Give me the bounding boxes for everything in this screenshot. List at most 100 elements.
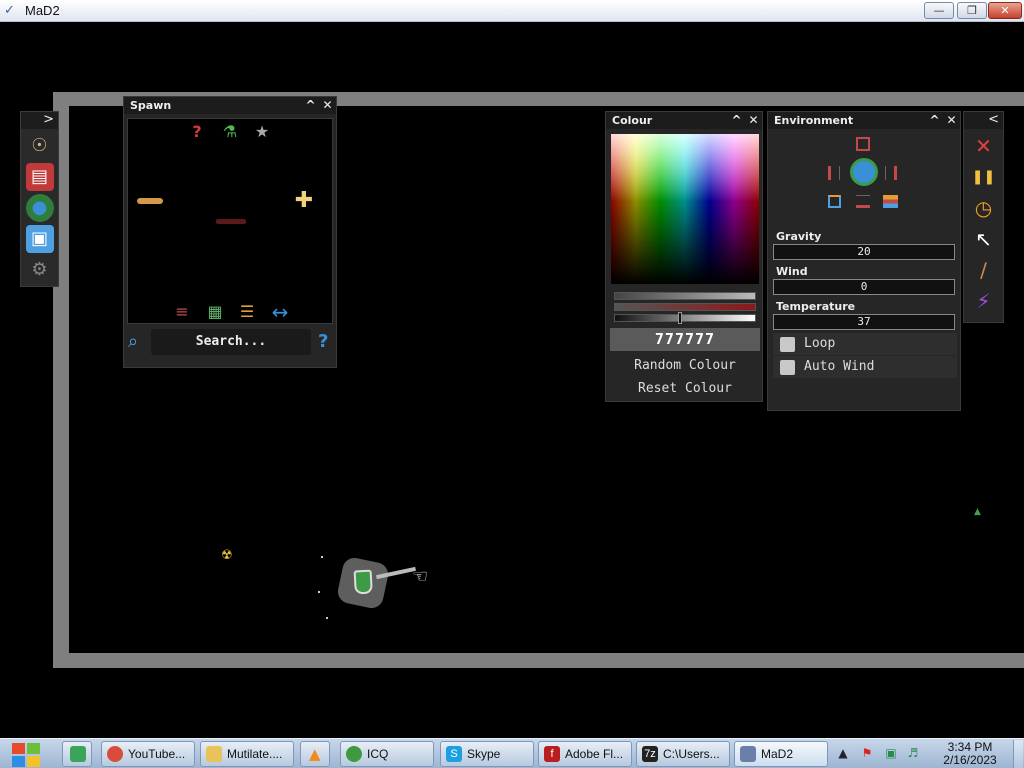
spawn-panel-header[interactable]: Spawn ^ ✕: [124, 97, 336, 114]
green-marker-icon: ▲: [974, 507, 981, 517]
taskbar-item-mad2[interactable]: MaD2: [734, 741, 828, 767]
auto-wind-checkbox[interactable]: [780, 360, 795, 375]
search-icon[interactable]: ⌕: [128, 331, 138, 353]
pause-icon[interactable]: ❚❚: [969, 163, 999, 191]
windows-logo-part: [27, 743, 40, 754]
minimize-button[interactable]: —: [924, 2, 954, 19]
expand-chevron-icon[interactable]: >: [43, 112, 54, 127]
lightning-icon[interactable]: ⚡: [969, 287, 999, 315]
globe-icon[interactable]: [850, 158, 878, 186]
swap-arrows-icon[interactable]: ↔: [268, 302, 292, 322]
collapse-icon[interactable]: ^: [927, 113, 942, 127]
stopwatch-icon[interactable]: ◷: [969, 194, 999, 222]
environment-panel-header[interactable]: Environment ^ ✕: [768, 112, 960, 129]
tray-expand-icon[interactable]: ▲: [836, 746, 850, 760]
taskbar-item-youtube[interactable]: YouTube...: [101, 741, 195, 767]
start-button[interactable]: [6, 741, 46, 768]
red-slider[interactable]: [614, 303, 756, 311]
wall-left-toggle[interactable]: [828, 166, 840, 180]
taskbar-item-adobe-flash[interactable]: f Adobe Fl...: [538, 741, 632, 767]
windows-logo-icon: [12, 743, 25, 754]
brightness-handle[interactable]: [678, 312, 682, 324]
layers-icon[interactable]: [883, 195, 898, 208]
collapse-icon[interactable]: ^: [729, 113, 744, 127]
wall-right-toggle[interactable]: [885, 166, 897, 180]
action-center-flag-icon[interactable]: ⚑: [860, 746, 874, 760]
spotify-pinned-button[interactable]: [62, 741, 92, 767]
colour-picker-gradient[interactable]: [611, 134, 759, 284]
bat-item[interactable]: [137, 198, 163, 204]
colour-panel-header[interactable]: Colour ^ ✕: [606, 112, 762, 129]
taskbar-clock[interactable]: 3:34 PM 2/16/2023: [930, 741, 1010, 767]
gear-icon[interactable]: ⚙: [26, 256, 54, 284]
collapse-chevron-icon[interactable]: <: [988, 112, 999, 127]
flash-icon: f: [544, 746, 560, 762]
maximize-button[interactable]: ❐: [957, 2, 987, 19]
random-colour-button[interactable]: Random Colour: [610, 355, 760, 377]
wall-bottom-toggle[interactable]: [856, 195, 870, 208]
temperature-input[interactable]: 37: [773, 314, 955, 330]
star-icon[interactable]: ★: [253, 123, 271, 141]
humanoid-icon[interactable]: ☉: [26, 132, 54, 160]
loop-row[interactable]: Loop: [773, 333, 957, 355]
flask-icon[interactable]: ⚗: [221, 123, 239, 141]
red-blade-item[interactable]: [216, 219, 246, 224]
taskbar-item-skype[interactable]: S Skype: [440, 741, 534, 767]
mad2-app-icon: ✓: [4, 3, 15, 18]
globe-icon[interactable]: ●: [25, 194, 54, 222]
network-icon[interactable]: ▣: [884, 746, 898, 760]
vlc-pinned-button[interactable]: ▲: [300, 741, 330, 767]
spawn-panel: Spawn ^ ✕ ? ⚗ ★ ✚ ≡ ▦ ☰ ↔ ⌕ Search... ?: [123, 96, 337, 368]
taskbar-item-label: YouTube...: [128, 747, 186, 761]
knife-icon[interactable]: ∕: [969, 256, 999, 284]
window-title: MaD2: [25, 3, 60, 18]
taskbar-item-icq[interactable]: ICQ: [340, 741, 434, 767]
sliders-icon[interactable]: ≡: [172, 303, 192, 321]
hex-colour-field[interactable]: 777777: [610, 328, 760, 351]
folder-icon: [206, 746, 222, 762]
reset-colour-button[interactable]: Reset Colour: [610, 378, 760, 400]
layers-icon[interactable]: ☰: [237, 303, 257, 321]
clear-x-icon[interactable]: ✕: [969, 132, 999, 160]
spawn-panel-title: Spawn: [130, 99, 172, 112]
wall-top-toggle[interactable]: [856, 137, 870, 151]
colour-panel-title: Colour: [612, 114, 653, 127]
gravity-input[interactable]: 20: [773, 244, 955, 260]
window-titlebar: ✓ MaD2 — ❐ ✕: [0, 0, 1024, 22]
help-icon[interactable]: ?: [318, 331, 328, 353]
environment-panel-title: Environment: [774, 114, 854, 127]
collapse-icon[interactable]: ^: [303, 98, 318, 112]
volume-icon[interactable]: ♬: [906, 746, 920, 760]
pointer-icon[interactable]: ↖: [969, 225, 999, 253]
grid-icon[interactable]: ▦: [205, 303, 225, 321]
auto-wind-label: Auto Wind: [804, 359, 875, 374]
taskbar-item-label: Adobe Fl...: [565, 747, 624, 761]
taskbar-item-mutilate[interactable]: Mutilate....: [200, 741, 294, 767]
close-icon[interactable]: ✕: [944, 113, 959, 127]
random-question-icon[interactable]: ?: [188, 123, 206, 141]
wind-input[interactable]: 0: [773, 279, 955, 295]
show-desktop-button[interactable]: [1013, 740, 1023, 768]
loop-checkbox[interactable]: [780, 337, 795, 352]
left-toolbar-header: >: [21, 112, 58, 129]
taskbar-item-label: ICQ: [367, 747, 389, 761]
particle: [318, 591, 320, 593]
right-toolbar: < ✕ ❚❚ ◷ ↖ ∕ ⚡: [963, 111, 1004, 323]
brightness-slider[interactable]: [614, 314, 756, 322]
terminal-icon: 7z: [642, 746, 658, 762]
green-glass-icon: [353, 569, 373, 595]
auto-wind-row[interactable]: Auto Wind: [773, 356, 957, 378]
taskbar-item-explorer-path[interactable]: 7z C:\Users...: [636, 741, 730, 767]
wall-all-toggle[interactable]: [828, 195, 841, 208]
plus-bomb-item[interactable]: ✚: [292, 189, 316, 213]
save-icon[interactable]: ▣: [25, 225, 54, 253]
saturation-slider[interactable]: [614, 292, 756, 300]
taskbar-item-label: Skype: [467, 747, 501, 761]
search-input[interactable]: Search...: [151, 329, 311, 355]
radiation-icon[interactable]: ☢: [221, 549, 234, 562]
book-icon[interactable]: ▤: [25, 163, 54, 191]
right-toolbar-header: <: [964, 112, 1003, 129]
close-icon[interactable]: ✕: [320, 98, 335, 112]
close-icon[interactable]: ✕: [746, 113, 761, 127]
close-button[interactable]: ✕: [988, 2, 1022, 19]
